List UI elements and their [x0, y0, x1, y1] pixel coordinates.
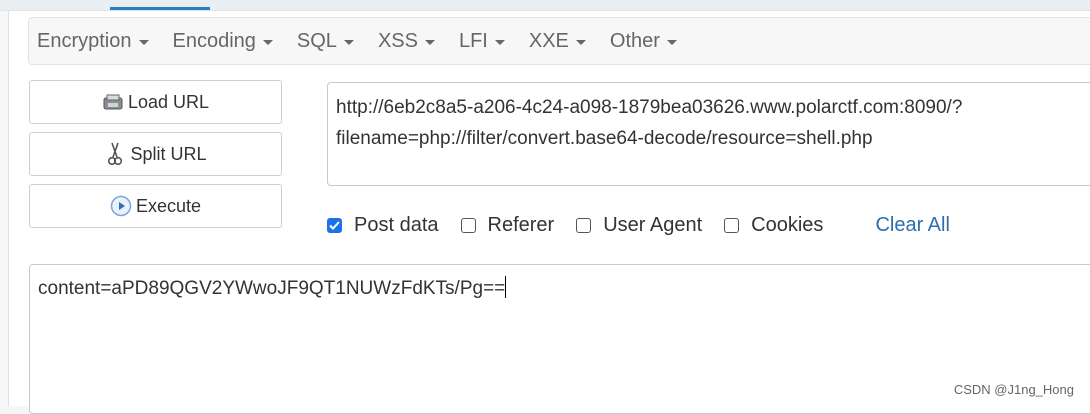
split-url-label: Split URL	[130, 143, 207, 164]
split-url-button[interactable]: Split URL	[29, 132, 282, 176]
menu-label: SQL	[296, 29, 337, 52]
user-agent-label: User Agent	[603, 213, 703, 236]
menu-label: XSS	[377, 29, 418, 52]
caret-down-icon	[138, 40, 149, 45]
menu-bar: Encryption Encoding SQL XSS LFI XXE Othe…	[28, 17, 1090, 65]
menu-label: Other	[609, 29, 660, 52]
cookies-option[interactable]: Cookies	[724, 214, 823, 237]
user-agent-checkbox[interactable]	[576, 217, 592, 233]
menu-xss[interactable]: XSS	[378, 30, 435, 53]
cookies-checkbox[interactable]	[724, 217, 740, 233]
menu-label: LFI	[458, 29, 488, 52]
options-row: Post data Referer User Agent Cookies Cle…	[327, 210, 950, 240]
menu-sql[interactable]: SQL	[297, 30, 354, 53]
menu-label: Encryption	[37, 29, 132, 52]
referer-option[interactable]: Referer	[460, 213, 555, 237]
load-url-label: Load URL	[127, 91, 210, 112]
play-icon	[110, 195, 132, 217]
post-data-textarea[interactable]: content=aPD89QGV2YWwoJF9QT1NUWzFdKTs/Pg=…	[29, 264, 1090, 414]
post-data-checkbox[interactable]	[327, 217, 342, 233]
menu-xxe[interactable]: XXE	[529, 30, 586, 53]
caret-down-icon	[494, 40, 505, 45]
text-cursor	[505, 276, 507, 298]
menu-lfi[interactable]: LFI	[459, 30, 505, 53]
user-agent-option[interactable]: User Agent	[576, 214, 702, 237]
menu-label: Encoding	[172, 29, 256, 52]
post-data-option[interactable]: Post data	[327, 214, 439, 237]
caret-down-icon	[262, 40, 273, 45]
referer-label: Referer	[487, 213, 555, 236]
execute-label: Execute	[135, 195, 202, 216]
menu-encryption[interactable]: Encryption	[37, 30, 149, 53]
post-data-label: Post data	[354, 213, 439, 236]
menu-encoding[interactable]: Encoding	[173, 30, 273, 53]
referer-checkbox[interactable]	[460, 217, 476, 233]
caret-down-icon	[666, 40, 677, 45]
execute-button[interactable]: Execute	[29, 184, 282, 228]
caret-down-icon	[575, 40, 586, 45]
caret-down-icon	[343, 40, 354, 45]
scissors-icon	[104, 142, 126, 166]
load-url-button[interactable]: Load URL	[29, 80, 282, 124]
clear-all-link[interactable]: Clear All	[875, 214, 949, 237]
post-data-value: content=aPD89QGV2YWwoJF9QT1NUWzFdKTs/Pg=…	[38, 278, 506, 299]
menu-label: XXE	[528, 29, 569, 52]
menu-other[interactable]: Other	[610, 30, 677, 53]
cookies-label: Cookies	[751, 213, 824, 236]
caret-down-icon	[424, 40, 435, 45]
url-textarea[interactable]: http://6eb2c8a5-a206-4c24-a098-1879bea03…	[327, 82, 1090, 186]
load-url-icon	[102, 91, 124, 113]
active-tab-indicator	[110, 7, 210, 10]
top-tab-strip	[0, 0, 1090, 11]
watermark: CSDN @J1ng_Hong	[953, 382, 1074, 397]
